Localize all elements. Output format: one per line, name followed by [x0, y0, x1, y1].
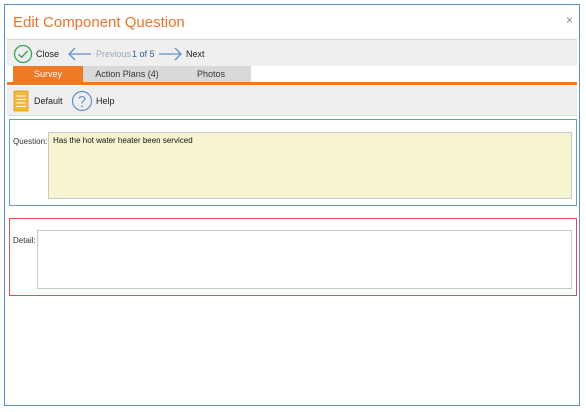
- help-button[interactable]: Help: [71, 86, 115, 115]
- question-label: Question:: [13, 137, 48, 146]
- question-circle-icon: [71, 90, 93, 111]
- main-toolbar: Close Previous 1 of 5 Next: [7, 39, 577, 67]
- question-panel: Question: Has the hot water heater been …: [9, 119, 577, 206]
- close-icon[interactable]: ×: [566, 13, 573, 27]
- previous-button-label: Previous: [96, 48, 132, 59]
- detail-label: Detail:: [13, 236, 36, 245]
- check-circle-icon: [13, 44, 33, 63]
- default-button[interactable]: Default: [13, 86, 63, 115]
- detail-panel: Detail:: [9, 218, 577, 296]
- tab-photos[interactable]: Photos: [171, 66, 251, 82]
- help-button-label: Help: [96, 95, 115, 106]
- next-button[interactable]: Next: [157, 40, 205, 67]
- tab-underline: [7, 82, 577, 85]
- edit-component-question-dialog: Edit Component Question × Close Previous…: [4, 4, 580, 406]
- document-icon: [13, 90, 29, 111]
- page-indicator: 1 of 5: [132, 40, 155, 67]
- close-button[interactable]: Close: [13, 40, 59, 67]
- close-button-label: Close: [36, 48, 60, 59]
- page-indicator-text: 1 of 5: [132, 48, 155, 59]
- previous-button[interactable]: Previous: [67, 40, 131, 67]
- next-button-label: Next: [186, 48, 205, 59]
- tab-bar: Survey Action Plans (4) Photos: [7, 66, 577, 82]
- arrow-right-icon: [159, 47, 182, 60]
- detail-field[interactable]: [37, 230, 572, 289]
- tab-survey[interactable]: Survey: [13, 66, 83, 82]
- tab-action-plans[interactable]: Action Plans (4): [83, 66, 171, 82]
- default-button-label: Default: [34, 95, 63, 106]
- question-field[interactable]: Has the hot water heater been serviced: [48, 132, 572, 199]
- dialog-title: Edit Component Question: [13, 14, 185, 31]
- arrow-left-icon: [68, 47, 91, 60]
- secondary-toolbar: Default Help: [7, 86, 577, 116]
